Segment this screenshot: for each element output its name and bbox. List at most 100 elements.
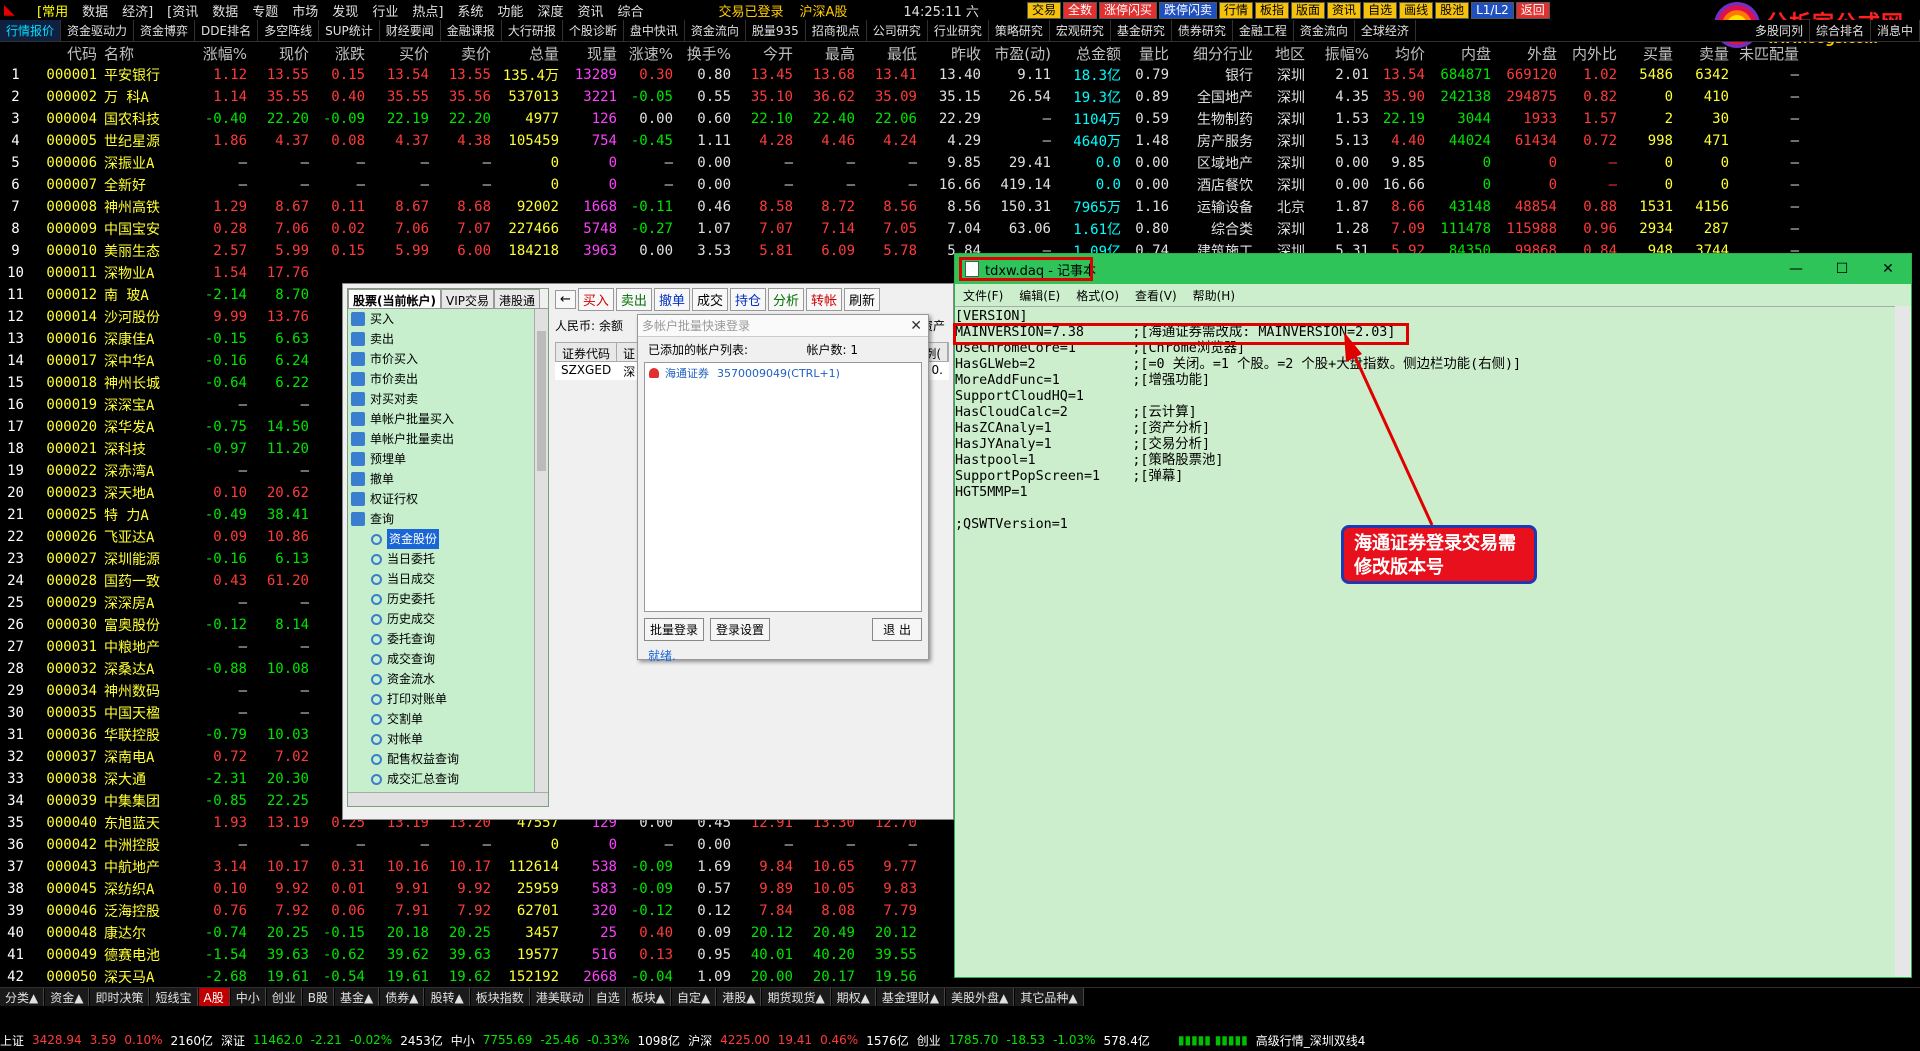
category-tab[interactable]: 美股外盘▲ [946, 988, 1015, 1006]
grid-header-cell[interactable]: 卖价 [432, 43, 494, 64]
trade-action-button[interactable]: 买入 [577, 287, 614, 311]
tree-item[interactable]: 委托查询 [348, 629, 548, 649]
menu-item[interactable]: 深度 [530, 1, 570, 20]
tab-item[interactable]: 消息中 [1871, 20, 1920, 41]
tree-item[interactable]: 卖出 [348, 329, 548, 349]
trade-toolbar-button[interactable]: 版面 [1291, 1, 1326, 19]
tree-item[interactable]: 成交查询 [348, 649, 548, 669]
trade-toolbar-button[interactable]: 行情 [1219, 1, 1254, 19]
grid-header-cell[interactable]: 涨速% [620, 43, 676, 64]
menu-item[interactable]: 经济] [115, 1, 160, 20]
grid-header-cell[interactable]: 最高 [796, 43, 858, 64]
server-name[interactable]: 高级行情_深圳双线4 [1256, 1032, 1366, 1049]
trade-toolbar-button[interactable]: 涨停闪买 [1098, 1, 1157, 19]
tree-item[interactable]: 市价买入 [348, 349, 548, 369]
trade-toolbar-button[interactable]: 板指 [1255, 1, 1290, 19]
tab-item[interactable]: 行业研究 [928, 20, 989, 41]
grid-header-cell[interactable]: 未匹配量 [1732, 43, 1802, 64]
menu-item[interactable]: 资讯 [570, 1, 610, 20]
grid-header-cell[interactable]: 量比 [1124, 43, 1172, 64]
category-tab[interactable]: 中小 [230, 988, 266, 1006]
tab-item[interactable]: 综合排名 [1810, 20, 1871, 41]
grid-header-cell[interactable]: 代码 [34, 43, 100, 64]
trade-toolbar-button[interactable]: 跌停闪卖 [1158, 1, 1217, 19]
tab-item[interactable]: 盘中快讯 [624, 20, 685, 41]
category-tab[interactable]: 基金理财▲ [876, 988, 946, 1006]
notepad-text-area[interactable]: [VERSION] MAINVERSION=7.38 ;[海通证券需改成: MAI… [955, 306, 1895, 977]
tree-item[interactable]: 当日成交 [348, 569, 548, 589]
grid-header-cell[interactable]: 涨幅% [176, 43, 250, 64]
grid-header-cell[interactable]: 现量 [562, 43, 620, 64]
notepad-vscroll[interactable] [1895, 306, 1911, 977]
tab-item[interactable]: 全球经济 [1355, 20, 1416, 41]
tab-item[interactable]: 金融工程 [1233, 20, 1294, 41]
trade-toolbar-button[interactable]: 返回 [1515, 1, 1550, 19]
notepad-menu-item[interactable]: 文件(F) [955, 287, 1011, 304]
trade-action-button[interactable]: 转帐 [806, 287, 843, 311]
trade-toolbar-button[interactable]: 自选 [1363, 1, 1398, 19]
minimize-icon[interactable]: — [1773, 254, 1819, 284]
menu-item[interactable]: 系统 [450, 1, 490, 20]
tab-item[interactable]: 招商视点 [806, 20, 867, 41]
tree-item[interactable]: 权证行权 [348, 489, 548, 509]
grid-header-cell[interactable]: 总量 [494, 43, 562, 64]
category-tab[interactable]: 分类▲ [0, 988, 45, 1006]
account-item[interactable]: 海通证券 3570009049(CTRL+1) [645, 363, 921, 383]
table-row[interactable]: 8 000009 中国宝安 0.28 7.06 0.02 7.06 7.07 227466 574… [0, 218, 1845, 240]
sz-label[interactable]: 深证 [221, 1032, 245, 1049]
tree-item[interactable]: 打印对账单 [348, 689, 548, 709]
grid-header-cell[interactable]: 外盘 [1494, 43, 1560, 64]
tree-tab[interactable]: 股票(当前帐户) [348, 289, 441, 308]
table-row[interactable]: 6 000007 全新好 – – – – –0 0–0.00– – –16.66 419.14 0.0 0… [0, 174, 1845, 196]
tab-item[interactable]: 基金研究 [1111, 20, 1172, 41]
grid-header-cell[interactable]: 地区 [1256, 43, 1308, 64]
tab-item[interactable]: 债券研究 [1172, 20, 1233, 41]
tab-item[interactable]: 多空阵线 [258, 20, 320, 41]
tree-item[interactable]: 对买对卖 [348, 389, 548, 409]
close-icon[interactable]: ✕ [910, 315, 922, 337]
menu-item[interactable]: 功能 [490, 1, 530, 20]
exit-button[interactable]: 退 出 [872, 618, 922, 641]
grid-header-cell[interactable]: 今开 [734, 43, 796, 64]
tab-item[interactable]: 多股同列 [1749, 20, 1810, 41]
tab-item[interactable]: 宏观研究 [1050, 20, 1111, 41]
notepad-menu-item[interactable]: 格式(O) [1068, 287, 1127, 304]
tree-item[interactable]: 配售权益查询 [348, 749, 548, 769]
tab-item[interactable]: SUP统计 [319, 20, 380, 41]
tree-item[interactable]: 单帐户批量买入 [348, 409, 548, 429]
grid-header-cell[interactable]: 内外比 [1560, 43, 1620, 64]
grid-header-cell[interactable]: 买价 [368, 43, 432, 64]
tree-item[interactable]: 单帐户批量卖出 [348, 429, 548, 449]
tab-item[interactable]: 财经要闻 [380, 20, 441, 41]
trade-action-button[interactable]: ← [555, 289, 576, 309]
grid-header-cell[interactable]: 卖量 [1676, 43, 1732, 64]
category-tab[interactable]: 创业 [266, 988, 302, 1006]
table-row[interactable]: 1 000001 平安银行 1.12 13.55 0.15 13.54 13.55 135.4万… [0, 64, 1845, 86]
category-tab[interactable]: 自选 [590, 988, 626, 1006]
table-row[interactable]: 4 000005 世纪星源 1.86 4.37 0.08 4.37 4.38 105459 754… [0, 130, 1845, 152]
maximize-icon[interactable]: ☐ [1819, 254, 1865, 284]
trade-action-button[interactable]: 分析 [767, 287, 804, 311]
grid-header-cell[interactable]: 最低 [858, 43, 920, 64]
notepad-menu-item[interactable]: 编辑(E) [1011, 287, 1068, 304]
category-tab[interactable]: 基金▲ [334, 988, 380, 1006]
batch-login-button[interactable]: 批量登录 [644, 618, 705, 641]
sh-label[interactable]: 上证 [0, 1032, 24, 1049]
category-tab[interactable]: 其它品种▲ [1015, 988, 1084, 1006]
trade-toolbar-button[interactable]: 交易 [1026, 1, 1061, 19]
category-tab[interactable]: 港美联动 [530, 988, 590, 1006]
tab-item[interactable]: 大行研报 [502, 20, 563, 41]
category-tab[interactable]: 期权▲ [831, 988, 876, 1006]
close-window-icon[interactable]: ✕ [1865, 254, 1911, 284]
tree-item[interactable]: 市价卖出 [348, 369, 548, 389]
grid-header-cell[interactable]: 现价 [250, 43, 312, 64]
menu-item[interactable]: 专题 [245, 1, 285, 20]
table-row[interactable]: 2 000002 万 科A 1.14 35.55 0.40 35.55 35.56 537013… [0, 86, 1845, 108]
tab-item[interactable]: 资金驱动力 [61, 20, 135, 41]
grid-header-cell[interactable]: 细分行业 [1172, 43, 1256, 64]
menu-item[interactable]: 行业 [365, 1, 405, 20]
category-tab[interactable]: 板块▲ [626, 988, 671, 1006]
trade-action-button[interactable]: 撤单 [653, 287, 690, 311]
account-listbox[interactable]: 海通证券 3570009049(CTRL+1) [644, 362, 922, 612]
grid-header-cell[interactable]: 换手% [676, 43, 734, 64]
